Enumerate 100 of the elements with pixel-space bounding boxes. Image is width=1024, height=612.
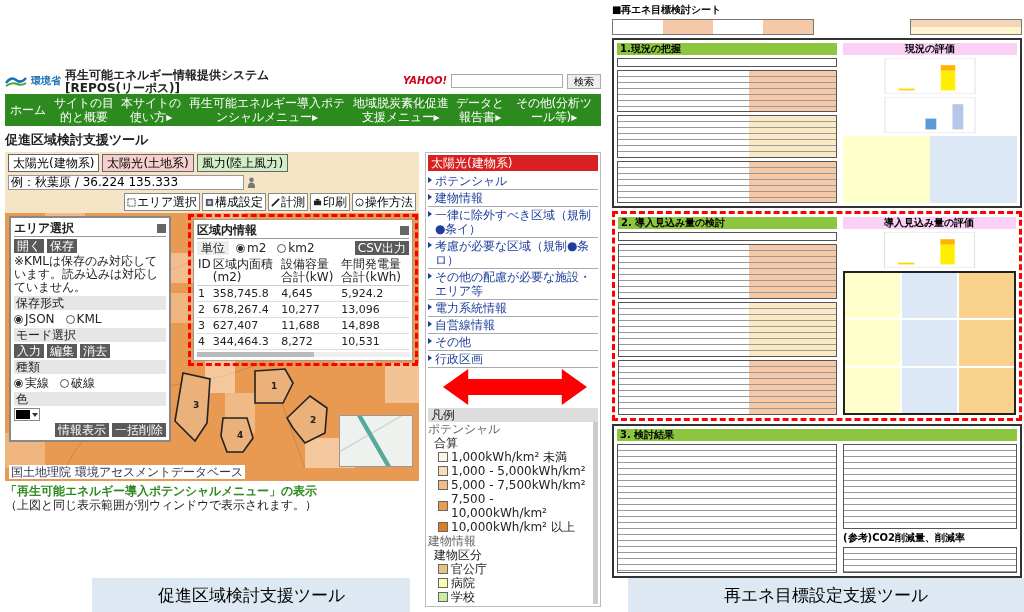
radio-label: JSON — [25, 312, 55, 326]
radio-button[interactable] — [236, 243, 245, 253]
legend-label: 建物情報 — [428, 534, 476, 548]
table-cell: 627,407 — [211, 317, 281, 334]
legend-label: 1,000 - 5,000kWh/km² — [451, 464, 586, 478]
mode-button[interactable]: 入力 — [14, 344, 44, 358]
nav-item[interactable]: 本サイトの使い方▸ — [120, 96, 183, 124]
section-label: モード選択 — [14, 328, 166, 342]
legend-label: 官公庁 — [451, 562, 487, 576]
column-header: 年間発電量合計(kWh) — [340, 257, 409, 286]
table-cell: 678,267.4 — [211, 301, 281, 318]
area-polygon[interactable] — [254, 368, 294, 404]
layer-link[interactable]: 一律に除外すべき区域（規制●条イ） — [435, 208, 598, 236]
file-button[interactable]: 開く — [14, 239, 44, 253]
map-tool-button[interactable]: 構成設定 — [202, 193, 266, 211]
panel-title: エリア選択 — [14, 221, 74, 235]
tool-tab[interactable]: 太陽光(建物系) — [8, 154, 100, 172]
dotted-square-icon — [127, 197, 136, 207]
search-field[interactable] — [451, 74, 563, 88]
mode-button[interactable]: 消去 — [80, 344, 110, 358]
printer-icon — [313, 197, 322, 207]
table-cell: 3 — [197, 317, 212, 334]
evaluation-heading: 導入見込み量の評価 — [842, 217, 1016, 229]
color-dropdown[interactable] — [14, 408, 40, 421]
radio-button[interactable] — [14, 378, 23, 388]
section-label: 保存形式 — [14, 296, 166, 310]
nav-item[interactable]: ホーム — [9, 103, 47, 117]
radio-button[interactable] — [277, 243, 287, 253]
area-polygon[interactable] — [174, 372, 211, 443]
light-map-tile — [385, 363, 419, 403]
area-label: 4 — [237, 430, 244, 440]
table-cell: 14,898 — [340, 317, 409, 334]
table-cell: 8,272 — [280, 333, 341, 350]
legend-label: ポテンシャル — [428, 422, 500, 436]
table-cell: 1 — [197, 285, 212, 302]
radio-button[interactable] — [14, 314, 23, 324]
radio-label: 実線 — [25, 376, 49, 390]
potential-menu-link[interactable]: 「再生可能エネルギー導入ポテンシャルメニュー」の表示 — [5, 484, 317, 498]
map-tool-button[interactable]: 計測 — [268, 193, 308, 211]
triangle-icon — [428, 211, 432, 217]
area-polygon[interactable] — [220, 417, 254, 453]
layer-link[interactable]: その他 — [435, 335, 471, 349]
area-polygon[interactable] — [286, 394, 328, 444]
legend-label: 学校 — [451, 590, 475, 604]
map-tool-button[interactable]: 印刷 — [310, 193, 350, 211]
site-subtitle: [REPOS(リーポス)] — [65, 81, 180, 95]
nav-item[interactable]: 地域脱炭素化促進支援メニュー▸ — [351, 96, 450, 124]
tool-tab[interactable]: 風力(陸上風力) — [196, 154, 289, 172]
caption: 促進区域検討支援ツール — [92, 578, 410, 612]
layer-link[interactable]: 行政区画 — [435, 352, 483, 366]
person-icon[interactable] — [247, 177, 256, 188]
csv-export-button[interactable]: CSV出力 — [354, 241, 409, 255]
triangle-icon — [428, 273, 432, 279]
table-cell: 10,531 — [340, 333, 409, 350]
layer-link[interactable]: ポテンシャル — [435, 174, 507, 188]
nav-item[interactable]: その他(分析ツール等)▸ — [510, 96, 597, 124]
location-field[interactable]: 例：秋葉原 / 36.224 135.333 — [8, 175, 244, 190]
search-button[interactable]: 検索 — [567, 73, 601, 89]
nav-item[interactable]: データと報告書▸ — [455, 96, 506, 124]
map-tool-button[interactable]: エリア選択 — [124, 193, 200, 211]
file-button[interactable]: 保存 — [47, 239, 77, 253]
layer-link[interactable]: 自営線情報 — [435, 318, 495, 332]
link-note: （上図と同じ表示範囲が別ウィンドウで表示されます。） — [5, 498, 317, 512]
table-cell: 10,277 — [280, 301, 341, 318]
nav-item[interactable]: サイトの目的と概要 — [52, 96, 115, 124]
scrollbar[interactable] — [197, 352, 409, 357]
area-label: 3 — [193, 400, 200, 410]
legend-label: 10,000kWh/km² 以上 — [451, 520, 575, 534]
nav-item[interactable]: 再生可能エネルギー導入ポテンシャルメニュー▸ — [187, 96, 346, 124]
ministry-name: 環境省 — [31, 74, 61, 88]
section-label: 色 — [14, 392, 166, 406]
legend-label: 5,000 - 7,500kWh/km² — [451, 478, 586, 492]
mode-button[interactable]: 編集 — [47, 344, 77, 358]
triangle-icon — [428, 304, 432, 310]
legend-label: 合算 — [434, 436, 458, 450]
tool-tab[interactable]: 太陽光(土地系) — [102, 154, 194, 172]
popup-title: 区域内情報 — [197, 223, 257, 237]
layers-icon — [205, 197, 214, 207]
scrollbar[interactable] — [593, 422, 598, 604]
section-label: 種類 — [14, 360, 166, 374]
radio-label: KML — [76, 312, 102, 326]
kml-note: ※KMLは保存のみ対応しています。読み込みは対応していません。 — [14, 255, 159, 294]
sidebar-header: 太陽光(建物系) — [428, 155, 598, 171]
section-heading: 3. 検討結果 — [617, 429, 1017, 441]
radio-button[interactable] — [60, 378, 69, 388]
layer-link[interactable]: 電力系統情報 — [435, 301, 507, 315]
action-button[interactable]: 一括削除 — [112, 423, 166, 437]
table-cell: 5,924.2 — [340, 285, 409, 302]
action-button[interactable]: 情報表示 — [55, 423, 109, 437]
layer-link[interactable]: 建物情報 — [435, 191, 483, 205]
map-tool-button[interactable]: 操作方法 — [352, 193, 416, 211]
layer-link[interactable]: 考慮が必要な区域（規制●条ロ） — [435, 239, 598, 267]
close-icon[interactable] — [157, 223, 166, 233]
table-cell: 344,464.3 — [211, 333, 281, 350]
radio-button[interactable] — [65, 314, 75, 324]
page-title: 促進区域検討支援ツール — [5, 132, 149, 147]
close-icon[interactable] — [400, 225, 409, 235]
area-label: 2 — [310, 415, 317, 425]
layer-link[interactable]: その他の配慮が必要な施設・エリア等 — [435, 270, 598, 298]
triangle-icon — [428, 321, 432, 327]
